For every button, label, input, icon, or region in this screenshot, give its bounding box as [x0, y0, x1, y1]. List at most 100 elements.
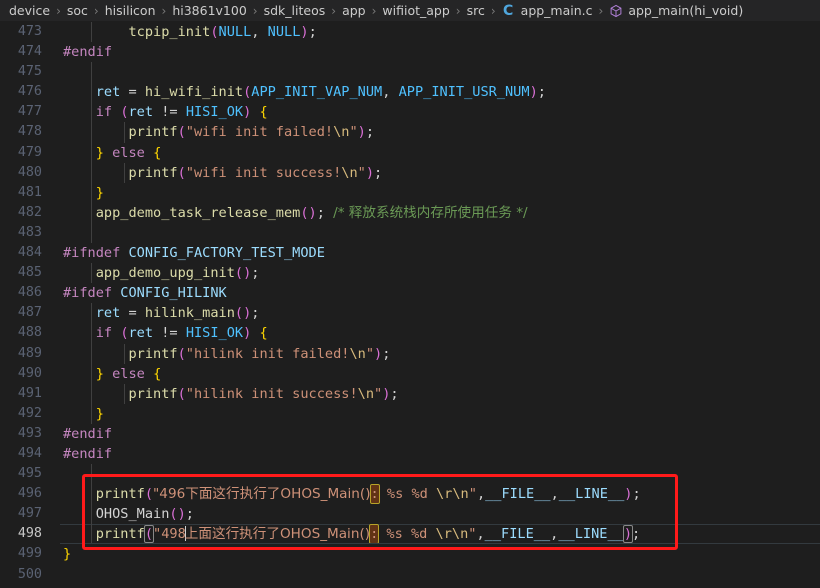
- code-line[interactable]: 486 #ifdef CONFIG_HILINK: [0, 283, 820, 303]
- line-content[interactable]: printf("498上面这行执行了OHOS_Main(): %s %d \r\…: [60, 524, 820, 545]
- code-line[interactable]: 494 #endif: [0, 444, 820, 464]
- breadcrumb-separator: ›: [490, 3, 496, 18]
- token-escape: \n: [357, 385, 375, 402]
- line-number: 489: [17, 345, 42, 361]
- token-function: app_demo_task_release_mem: [95, 204, 301, 221]
- breadcrumb-item-app-main-c[interactable]: app_main.c: [520, 3, 594, 18]
- token-function: app_demo_upg_init: [95, 265, 235, 282]
- code-line[interactable]: 483: [0, 222, 820, 244]
- breadcrumb-item-src[interactable]: src: [466, 3, 486, 18]
- code-line[interactable]: 490 } else {: [0, 363, 820, 384]
- line-content[interactable]: app_demo_upg_init();: [60, 263, 820, 284]
- token-variable: ret: [128, 325, 154, 342]
- token-format-spec: %s %d: [378, 486, 436, 503]
- code-line[interactable]: 499 }: [0, 544, 820, 564]
- line-content[interactable]: #endif: [60, 444, 820, 464]
- code-line[interactable]: 487 ret = hilink_main();: [0, 303, 820, 324]
- code-line[interactable]: 496 printf("496下面这行执行了OHOS_Main(): %s %d…: [0, 484, 820, 505]
- token-string: "hilink init success!: [185, 385, 358, 402]
- line-content[interactable]: #endif: [60, 42, 820, 62]
- code-line[interactable]: 478 printf("wifi init failed!\n");: [0, 122, 820, 143]
- line-content[interactable]: app_demo_task_release_mem(); /* 释放系统栈内存所…: [60, 202, 820, 223]
- breadcrumb-separator: ›: [598, 3, 604, 18]
- breadcrumb-item-soc[interactable]: soc: [66, 3, 89, 18]
- line-content[interactable]: #ifdef CONFIG_HILINK: [60, 283, 820, 303]
- line-content[interactable]: if (ret != HISI_OK) {: [60, 323, 820, 344]
- line-content[interactable]: if (ret != HISI_OK) {: [60, 102, 820, 123]
- line-content[interactable]: #endif: [60, 424, 820, 444]
- line-number: 476: [17, 84, 42, 100]
- code-line-active[interactable]: 498 printf("498上面这行执行了OHOS_Main(): %s %d…: [0, 524, 820, 545]
- code-line[interactable]: 493 #endif: [0, 424, 820, 444]
- breadcrumb-item-device[interactable]: device: [8, 3, 51, 18]
- token-function: printf: [128, 345, 178, 362]
- code-line[interactable]: 500: [0, 565, 820, 585]
- token-string: "wifi init failed!: [185, 124, 334, 141]
- line-content[interactable]: [60, 62, 820, 83]
- breadcrumb-item-app[interactable]: app: [341, 3, 367, 18]
- code-line[interactable]: 477 if (ret != HISI_OK) {: [0, 102, 820, 123]
- code-line[interactable]: 491 printf("hilink init success!\n");: [0, 383, 820, 404]
- line-content[interactable]: ret = hilink_main();: [60, 303, 820, 324]
- line-content[interactable]: OHOS_Main();: [60, 504, 820, 525]
- line-number: 480: [17, 164, 42, 180]
- token-string: "498: [153, 526, 186, 543]
- line-content[interactable]: printf("wifi init failed!\n");: [60, 122, 820, 143]
- token-function: hi_wifi_init: [144, 84, 244, 101]
- breadcrumb-item-hi3861v100[interactable]: hi3861v100: [171, 3, 247, 18]
- line-content[interactable]: }: [60, 544, 820, 564]
- line-number: 493: [17, 425, 42, 441]
- code-line[interactable]: 485 app_demo_upg_init();: [0, 263, 820, 284]
- line-number: 478: [17, 124, 42, 140]
- find-match-highlight[interactable]: :: [369, 484, 380, 505]
- token-operator: !=: [161, 104, 178, 121]
- token-function: printf: [95, 486, 145, 503]
- token-format-spec: %s %d: [378, 526, 436, 543]
- line-content[interactable]: tcpip_init(NULL, NULL);: [60, 22, 820, 43]
- code-line[interactable]: 482 app_demo_task_release_mem(); /* 释放系统…: [0, 202, 820, 223]
- code-line[interactable]: 475: [0, 62, 820, 83]
- code-line[interactable]: 492 }: [0, 403, 820, 424]
- code-line[interactable]: 488 if (ret != HISI_OK) {: [0, 323, 820, 344]
- line-content[interactable]: printf("496下面这行执行了OHOS_Main(): %s %d \r\…: [60, 484, 820, 505]
- code-line[interactable]: 495: [0, 464, 820, 485]
- code-line[interactable]: 479 } else {: [0, 142, 820, 163]
- line-content[interactable]: [60, 464, 820, 485]
- token-function: printf: [128, 164, 178, 181]
- line-content[interactable]: ret = hi_wifi_init(APP_INIT_VAP_NUM, APP…: [60, 82, 820, 103]
- breadcrumb-item-hisilicon[interactable]: hisilicon: [104, 3, 157, 18]
- code-line[interactable]: 497 OHOS_Main();: [0, 504, 820, 525]
- line-number: 486: [17, 285, 42, 301]
- token-macro: __FILE__: [484, 526, 551, 543]
- line-content[interactable]: }: [60, 403, 820, 424]
- line-number: 500: [17, 566, 42, 582]
- breadcrumb-item-sdk-liteos[interactable]: sdk_liteos: [263, 3, 327, 18]
- code-line[interactable]: 474 #endif: [0, 42, 820, 62]
- line-content[interactable]: [60, 585, 820, 588]
- token-function: tcpip_init: [128, 24, 211, 40]
- line-content[interactable]: [60, 222, 820, 244]
- line-content[interactable]: } else {: [60, 142, 820, 163]
- line-content[interactable]: } else {: [60, 363, 820, 384]
- line-content[interactable]: printf("hilink init failed!\n");: [60, 343, 820, 364]
- code-line[interactable]: 501: [0, 585, 820, 588]
- line-content[interactable]: printf("hilink init success!\n");: [60, 383, 820, 404]
- line-content[interactable]: #ifndef CONFIG_FACTORY_TEST_MODE: [60, 243, 820, 263]
- code-line[interactable]: 484 #ifndef CONFIG_FACTORY_TEST_MODE: [0, 243, 820, 263]
- line-content[interactable]: printf("wifi init success!\n");: [60, 162, 820, 183]
- breadcrumb-item-wifiiot-app[interactable]: wifiiot_app: [381, 3, 450, 18]
- code-line[interactable]: 476 ret = hi_wifi_init(APP_INIT_VAP_NUM,…: [0, 82, 820, 103]
- code-line[interactable]: 473 tcpip_init(NULL, NULL);: [0, 22, 820, 43]
- symbol-method-icon: [608, 3, 623, 18]
- token-macro: CONFIG_FACTORY_TEST_MODE: [128, 245, 325, 262]
- line-content[interactable]: }: [60, 182, 820, 203]
- code-line[interactable]: 480 printf("wifi init success!\n");: [0, 162, 820, 183]
- code-line[interactable]: 489 printf("hilink init failed!\n");: [0, 343, 820, 364]
- code-line[interactable]: 481 }: [0, 182, 820, 203]
- token-variable: ret: [95, 84, 121, 101]
- line-content[interactable]: [60, 565, 820, 585]
- code-editor[interactable]: 473 tcpip_init(NULL, NULL); 474 #endif 4…: [0, 22, 820, 588]
- token-escape: \r\n: [435, 526, 469, 543]
- breadcrumb-item-app-main-symbol[interactable]: app_main(hi_void): [627, 3, 744, 18]
- token-constant: NULL: [218, 24, 252, 40]
